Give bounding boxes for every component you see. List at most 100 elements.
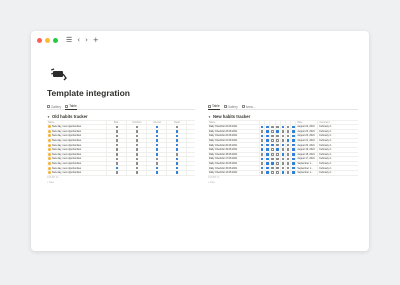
row-name-cell[interactable]: New day, new opportunities	[47, 125, 107, 129]
old-view-tab[interactable]: Gallery	[47, 104, 61, 110]
column-header[interactable]: Bria...	[107, 121, 127, 124]
minimize-window-button[interactable]	[45, 37, 50, 43]
checkbox[interactable]	[291, 139, 295, 142]
checkbox[interactable]	[115, 153, 119, 156]
row-name-cell[interactable]: Daily Checklist 23.08.2021	[208, 129, 260, 134]
checkbox[interactable]	[276, 171, 279, 175]
checkbox[interactable]	[115, 125, 119, 129]
column-header[interactable]: Comment	[318, 121, 332, 124]
checkbox[interactable]	[281, 148, 285, 152]
checkbox[interactable]	[286, 171, 290, 175]
checkbox[interactable]	[175, 130, 179, 133]
checkbox[interactable]	[155, 153, 159, 156]
date-cell[interactable]: August 23, 2021	[296, 129, 319, 134]
row-name-cell[interactable]: New day, new opportunities	[47, 152, 107, 157]
checkbox[interactable]	[260, 134, 264, 138]
new-new-row-button[interactable]: + New	[208, 180, 358, 185]
checkbox[interactable]	[286, 148, 290, 152]
checkbox[interactable]	[271, 153, 274, 156]
checkbox[interactable]	[291, 125, 295, 129]
row-name-cell[interactable]: New day, new opportunities	[47, 143, 107, 147]
row-name-cell[interactable]: New day, new opportunities	[47, 129, 107, 134]
checkbox[interactable]	[135, 162, 139, 165]
comment-cell[interactable]: February 2...	[318, 157, 332, 161]
comment-cell[interactable]: February 2...	[318, 125, 332, 129]
checkbox[interactable]	[175, 166, 179, 170]
row-name-cell[interactable]: New day, new opportunities	[47, 166, 107, 170]
checkbox[interactable]	[115, 139, 119, 142]
column-header[interactable]: Name	[47, 121, 107, 124]
checkbox[interactable]	[286, 143, 290, 147]
checkbox[interactable]	[175, 134, 179, 138]
checkbox[interactable]	[265, 157, 269, 161]
checkbox[interactable]	[271, 162, 274, 165]
comment-cell[interactable]: February 2...	[318, 166, 332, 170]
checkbox[interactable]	[291, 157, 295, 161]
checkbox[interactable]	[281, 134, 285, 138]
checkbox[interactable]	[271, 139, 274, 142]
checkbox[interactable]	[175, 157, 179, 161]
checkbox[interactable]	[115, 171, 119, 175]
checkbox[interactable]	[281, 166, 285, 170]
toggle-caret-icon[interactable]: ▼	[47, 115, 50, 119]
checkbox[interactable]	[155, 166, 159, 170]
row-name-cell[interactable]: Daily Checklist 24.08.2021	[208, 125, 260, 129]
checkbox[interactable]	[260, 153, 264, 156]
checkbox[interactable]	[276, 148, 279, 152]
comment-cell[interactable]: February 2...	[318, 130, 332, 134]
row-name-cell[interactable]: New day, new opportunities	[47, 134, 107, 138]
checkbox[interactable]	[155, 125, 159, 129]
checkbox[interactable]	[286, 130, 290, 133]
row-name-cell[interactable]: Daily Checklist 20.08.2021	[208, 143, 260, 147]
checkbox[interactable]	[155, 139, 159, 142]
comment-cell[interactable]: February 2...	[318, 134, 332, 138]
add-icon[interactable]: +	[93, 36, 99, 44]
checkbox[interactable]	[260, 143, 264, 147]
checkbox[interactable]	[276, 134, 279, 138]
date-cell[interactable]: September 1...	[296, 161, 319, 166]
checkbox[interactable]	[281, 139, 285, 142]
checkbox[interactable]	[115, 130, 119, 133]
date-cell[interactable]: September 1...	[296, 166, 319, 170]
checkbox[interactable]	[265, 125, 269, 129]
date-cell[interactable]: August 18, 2021	[296, 152, 319, 157]
date-cell[interactable]: August 24, 2021	[296, 125, 319, 129]
checkbox[interactable]	[115, 166, 119, 170]
checkbox[interactable]	[276, 157, 279, 161]
checkbox[interactable]	[276, 143, 279, 147]
checkbox[interactable]	[271, 143, 274, 147]
checkbox[interactable]	[155, 171, 159, 175]
checkbox[interactable]	[276, 162, 279, 165]
row-name-cell[interactable]: Daily Checklist 16.08.2021	[208, 161, 260, 166]
checkbox[interactable]	[135, 134, 139, 138]
checkbox[interactable]	[265, 130, 269, 133]
checkbox[interactable]	[175, 162, 179, 165]
checkbox[interactable]	[155, 134, 159, 138]
checkbox[interactable]	[286, 153, 290, 156]
row-name-cell[interactable]: Daily Checklist 21.08.2021	[208, 138, 260, 143]
row-name-cell[interactable]: New day, new opportunities	[47, 157, 107, 161]
checkbox[interactable]	[291, 130, 295, 133]
checkbox[interactable]	[271, 171, 274, 175]
checkbox[interactable]	[271, 148, 274, 152]
toggle-caret-icon[interactable]: ▼	[208, 115, 211, 119]
checkbox[interactable]	[281, 143, 285, 147]
checkbox[interactable]	[155, 162, 159, 165]
comment-cell[interactable]: February 2...	[318, 153, 332, 157]
new-view-tab[interactable]: Table	[208, 104, 220, 110]
checkbox[interactable]	[265, 143, 269, 147]
checkbox[interactable]	[286, 162, 290, 165]
checkbox[interactable]	[155, 143, 159, 147]
checkbox[interactable]	[265, 153, 269, 156]
checkbox[interactable]	[286, 157, 290, 161]
checkbox[interactable]	[281, 171, 285, 175]
checkbox[interactable]	[135, 148, 139, 152]
new-view-tab[interactable]: Gallery	[223, 104, 238, 110]
checkbox[interactable]	[115, 157, 119, 161]
checkbox[interactable]	[265, 148, 269, 152]
checkbox[interactable]	[281, 125, 285, 129]
row-name-cell[interactable]: New day, new opportunities	[47, 147, 107, 152]
checkbox[interactable]	[135, 139, 139, 142]
checkbox[interactable]	[175, 125, 179, 129]
checkbox[interactable]	[291, 171, 295, 175]
